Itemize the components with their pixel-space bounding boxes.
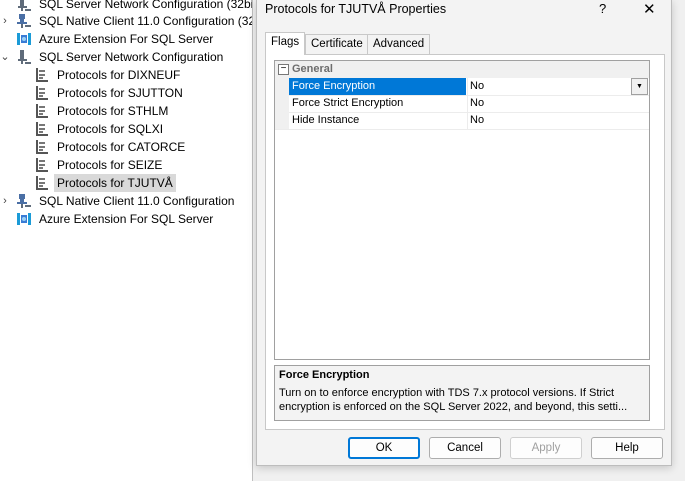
help-button[interactable]: Help (591, 437, 663, 459)
tree-item-protocols-sthlm[interactable]: Protocols for STHLM (34, 102, 171, 120)
property-name[interactable]: Force Strict Encryption (289, 95, 466, 112)
tree-item-label: Protocols for SQLXI (57, 122, 164, 136)
protocols-icon (34, 103, 50, 119)
dropdown-arrow-icon[interactable]: ▼ (631, 78, 648, 95)
protocols-icon (34, 85, 50, 101)
help-icon[interactable]: ? (599, 1, 606, 16)
network-config-icon (16, 0, 32, 12)
protocols-icon (34, 157, 50, 173)
tree-item-label: Protocols for DIXNEUF (57, 68, 181, 82)
row-gutter (275, 112, 289, 129)
tree-item-label: Azure Extension For SQL Server (39, 212, 214, 226)
tree-item-protocols-tjutva[interactable]: Protocols for TJUTVÅ (34, 174, 176, 192)
tree-item-azure-extension-32bit[interactable]: Azure Extension For SQL Server (0, 30, 216, 48)
category-general[interactable]: − General (275, 61, 649, 78)
tree-item-network-config[interactable]: ⌄ SQL Server Network Configuration (0, 48, 226, 66)
tab-flags[interactable]: Flags (265, 32, 306, 55)
dialog-title: Protocols for TJUTVÅ Properties (265, 2, 447, 16)
ok-button[interactable]: OK (348, 437, 420, 459)
chevron-right-icon[interactable]: › (0, 192, 10, 210)
tree-item-protocols-catorce[interactable]: Protocols for CATORCE (34, 138, 188, 156)
tree-item-label: Protocols for TJUTVÅ (54, 174, 176, 192)
property-row-force-strict-encryption[interactable]: Force Strict Encryption No (275, 95, 649, 113)
tab-certificate[interactable]: Certificate (305, 34, 369, 54)
azure-extension-icon (16, 31, 32, 47)
category-label: General (292, 63, 333, 75)
chevron-right-icon[interactable]: › (0, 12, 10, 30)
column-separator (467, 112, 468, 129)
column-separator (467, 95, 468, 112)
dialog-titlebar[interactable]: Protocols for TJUTVÅ Properties ? ✕ (257, 0, 671, 22)
property-value[interactable]: No (470, 112, 649, 129)
tree-item-label: Protocols for STHLM (57, 104, 169, 118)
property-value[interactable]: No (470, 78, 649, 95)
tree-item-label: SQL Server Network Configuration (39, 50, 224, 64)
native-client-icon (16, 13, 32, 29)
collapse-icon[interactable]: − (278, 64, 289, 75)
protocols-icon (34, 139, 50, 155)
tree-item-protocols-sqlxi[interactable]: Protocols for SQLXI (34, 120, 166, 138)
property-row-force-encryption[interactable]: Force Encryption No ▼ (275, 78, 649, 96)
tree-item-protocols-dixneuf[interactable]: Protocols for DIXNEUF (34, 66, 183, 84)
property-name[interactable]: Hide Instance (289, 112, 466, 129)
tree-item-protocols-sjutton[interactable]: Protocols for SJUTTON (34, 84, 186, 102)
row-gutter (275, 95, 289, 112)
properties-dialog: Protocols for TJUTVÅ Properties ? ✕ Flag… (256, 0, 672, 466)
description-text: Turn on to enforce encryption with TDS 7… (279, 387, 628, 413)
property-name[interactable]: Force Encryption (289, 78, 466, 95)
protocols-icon (34, 67, 50, 83)
property-value[interactable]: No (470, 95, 649, 112)
tree-item-native-client-32bit[interactable]: › SQL Native Client 11.0 Configuration (… (0, 12, 275, 30)
tree-item-label: Protocols for SEIZE (57, 158, 163, 172)
network-config-icon (16, 49, 32, 65)
row-gutter (275, 78, 289, 95)
tree-item-label: Protocols for CATORCE (57, 140, 186, 154)
tree-item-label: Azure Extension For SQL Server (39, 32, 214, 46)
chevron-down-icon[interactable]: ⌄ (0, 48, 10, 66)
property-row-hide-instance[interactable]: Hide Instance No (275, 112, 649, 130)
tree-item-label: SQL Native Client 11.0 Configuration (32… (39, 14, 272, 28)
tree-item-azure-extension[interactable]: Azure Extension For SQL Server (0, 210, 216, 228)
object-explorer-tree: SQL Server Network Configuration (32bit)… (0, 0, 272, 481)
property-grid: − General Force Encryption No ▼ Force St… (274, 60, 650, 360)
native-client-icon (16, 193, 32, 209)
close-icon[interactable]: ✕ (643, 0, 656, 18)
column-separator (467, 78, 468, 95)
flags-tab-panel: − General Force Encryption No ▼ Force St… (265, 54, 665, 430)
tab-advanced[interactable]: Advanced (367, 34, 431, 54)
tree-item-label: SQL Native Client 11.0 Configuration (39, 194, 235, 208)
apply-button[interactable]: Apply (510, 437, 582, 459)
description-title: Force Encryption (279, 369, 370, 381)
cancel-button[interactable]: Cancel (429, 437, 501, 459)
protocols-icon (34, 175, 50, 191)
tree-item-native-client[interactable]: › SQL Native Client 11.0 Configuration (0, 192, 237, 210)
azure-extension-icon (16, 211, 32, 227)
property-description: Force Encryption Turn on to enforce encr… (274, 365, 650, 421)
tree-item-label: Protocols for SJUTTON (57, 86, 183, 100)
tree-item-protocols-seize[interactable]: Protocols for SEIZE (34, 156, 165, 174)
protocols-icon (34, 121, 50, 137)
